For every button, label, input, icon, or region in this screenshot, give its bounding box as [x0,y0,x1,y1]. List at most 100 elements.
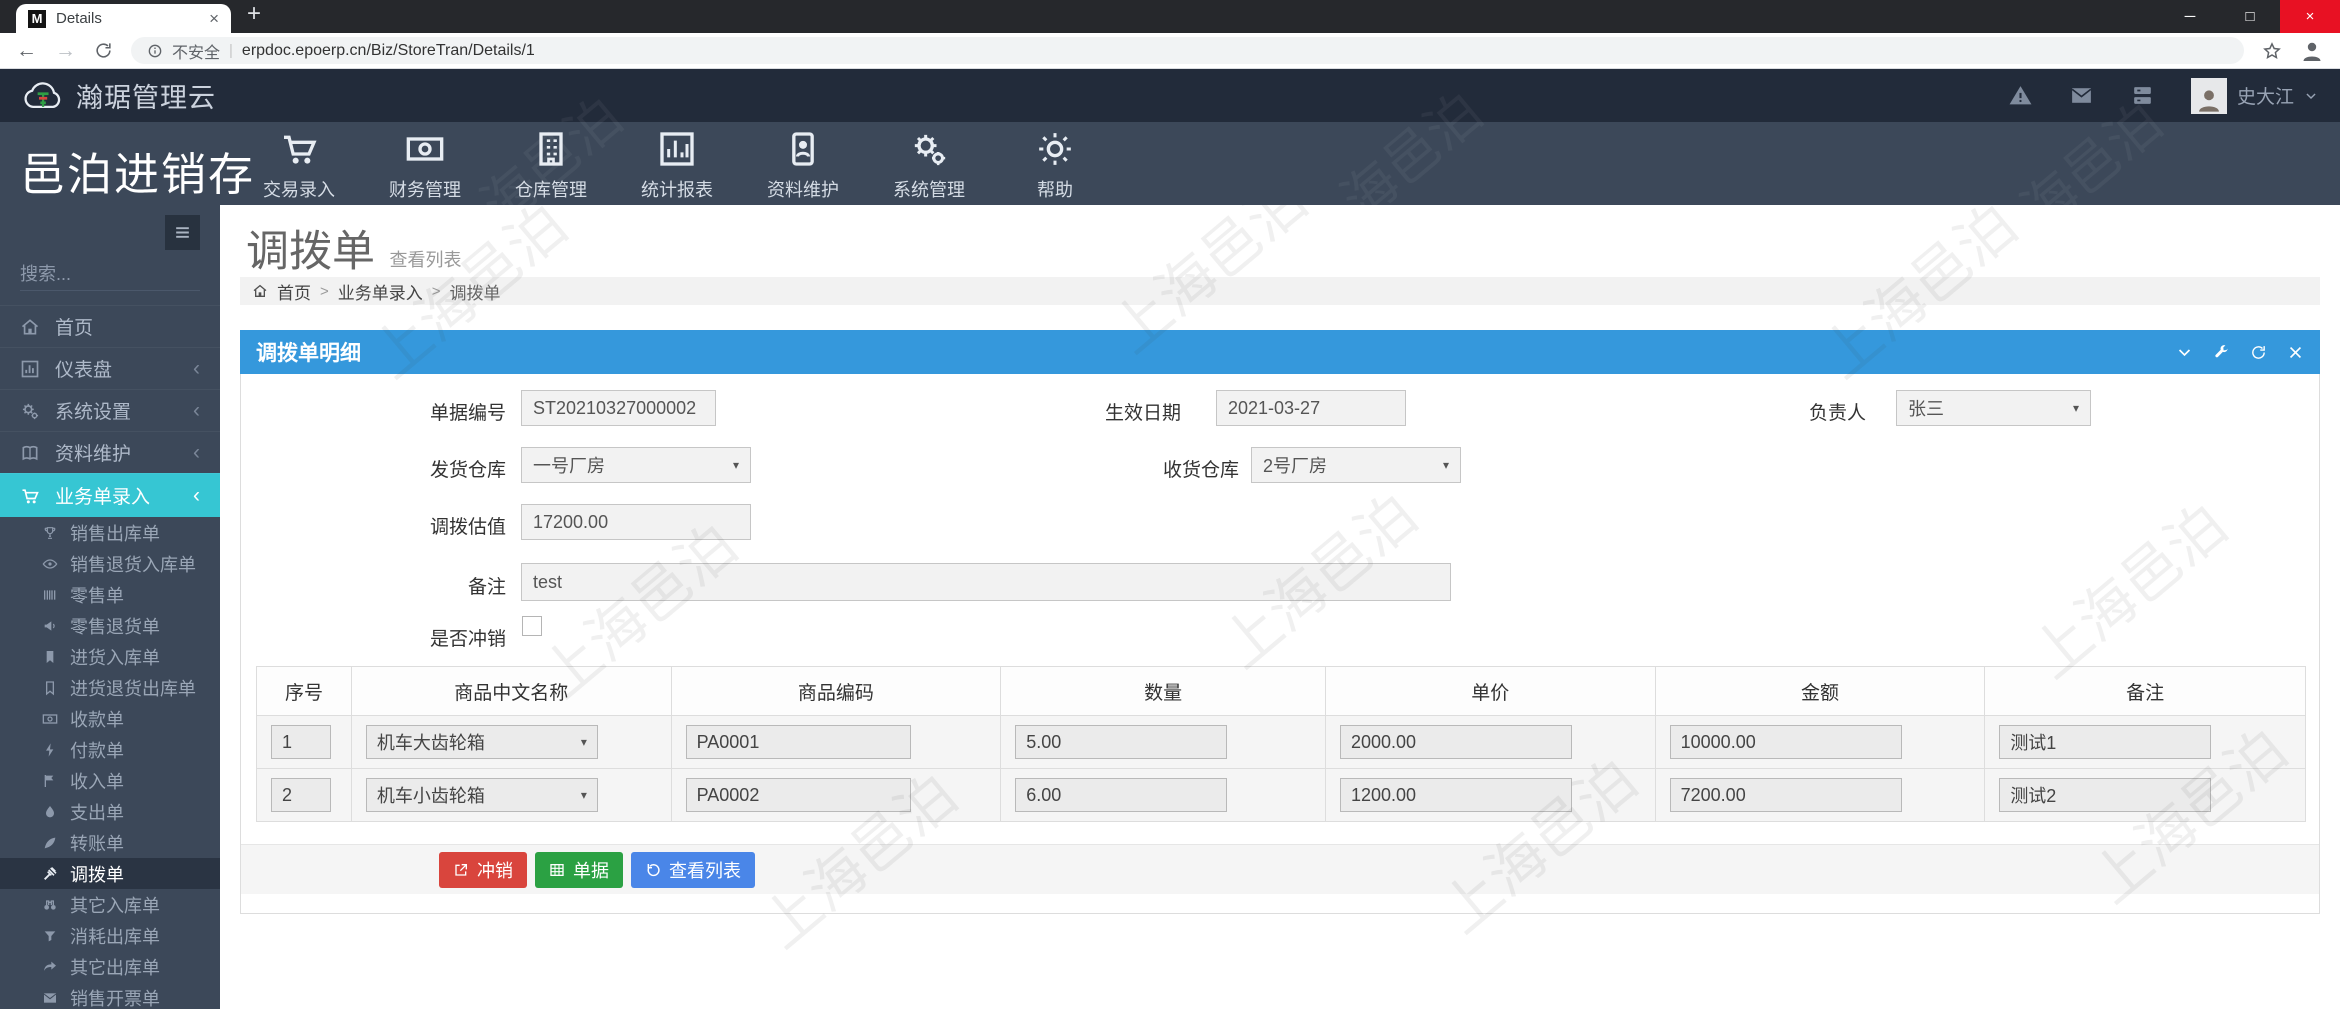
document-button[interactable]: 单据 [535,851,623,888]
reverse-flag-checkbox[interactable] [522,616,542,636]
app-brand: 邑泊进销存 [20,149,256,200]
user-avatar [2190,77,2227,114]
product-code-field[interactable]: PA0001 [685,725,911,759]
window-maximize-button[interactable]: □ [2220,0,2280,33]
submenu-stock-transfer[interactable]: 调拨单 [0,858,220,889]
submenu-receipt[interactable]: 收款单 [0,703,220,734]
owner-select[interactable]: 张三 ▾ [1896,390,2091,426]
leaf-icon [42,835,58,851]
new-tab-button[interactable]: + [247,0,261,28]
submenu-transfer-account[interactable]: 转账单 [0,827,220,858]
sidebar-item-home[interactable]: 首页 [0,305,220,347]
address-input[interactable]: 不安全 | erpdoc.epoerp.cn/Biz/StoreTran/Det… [131,37,2244,64]
effective-date-field[interactable]: 2021-03-27 [1216,390,1406,426]
gavel-icon [42,866,58,882]
product-code-field[interactable]: PA0002 [685,778,911,812]
window-close-button[interactable]: × [2280,0,2340,33]
wrench-icon[interactable] [2213,344,2230,361]
user-menu[interactable]: 史大江 [2190,77,2318,114]
nav-item-help[interactable]: 帮助 [1008,129,1102,202]
submenu-sales-outbound[interactable]: 销售出库单 [0,517,220,548]
bookmark-icon [42,649,58,665]
nav-item-warehouse[interactable]: 仓库管理 [504,129,598,202]
view-list-button[interactable]: 查看列表 [631,851,755,888]
from-warehouse-select[interactable]: 一号厂房 ▾ [521,447,751,483]
server-icon[interactable] [2130,83,2155,108]
sidebar-item-biz-entry[interactable]: 业务单录入 ‹ [0,473,220,517]
submenu-expense[interactable]: 支出单 [0,796,220,827]
product-name-select[interactable]: 机车小齿轮箱 ▾ [365,778,598,812]
submenu-sales-invoice[interactable]: 销售开票单 [0,982,220,1009]
submenu-retail-order[interactable]: 零售单 [0,579,220,610]
cloud-logo-icon [22,76,66,116]
line-remark-field[interactable]: 测试2 [1999,778,2212,812]
remark-field[interactable]: test [521,563,1451,601]
submenu-purchase-return-outbound[interactable]: 进货退货出库单 [0,672,220,703]
doc-no-field[interactable]: ST20210327000002 [521,390,716,426]
sidebar-item-dashboard[interactable]: 仪表盘 ‹ [0,347,220,389]
sidebar-item-settings[interactable]: 系统设置 ‹ [0,389,220,431]
to-warehouse-select[interactable]: 2号厂房 ▾ [1251,447,1461,483]
browser-profile-icon[interactable] [2300,39,2324,63]
collapse-chevron-icon[interactable] [2176,344,2193,361]
info-icon[interactable] [147,43,163,59]
doc-no-label: 单据编号 [429,403,506,424]
close-icon[interactable] [2287,344,2304,361]
breadcrumb: 首页 > 业务单录入 > 调拨单 [240,277,2320,305]
submenu-purchase-inbound[interactable]: 进货入库单 [0,641,220,672]
quantity-field[interactable]: 6.00 [1015,778,1228,812]
reverse-button[interactable]: 冲销 [439,851,527,888]
erp-topbar: 瀚琚管理云 史大江 [0,69,2340,122]
submenu-other-outbound[interactable]: 其它出库单 [0,951,220,982]
bookmark-outline-icon [42,680,58,696]
submenu-other-inbound[interactable]: 其它入库单 [0,889,220,920]
refresh-icon[interactable] [2250,344,2267,361]
chevron-left-icon: ‹ [193,440,200,464]
breadcrumb-home[interactable]: 首页 [277,279,311,304]
window-minimize-button[interactable]: ─ [2160,0,2220,33]
reload-icon[interactable] [94,41,113,60]
submenu-retail-return[interactable]: 零售退货单 [0,610,220,641]
forward-icon[interactable]: → [55,39,76,63]
line-remark-field[interactable]: 测试1 [1999,725,2212,759]
caret-down-icon: ▾ [732,458,739,472]
breadcrumb-biz-entry[interactable]: 业务单录入 [338,279,423,304]
unit-price-field[interactable]: 1200.00 [1339,778,1572,812]
trophy-icon [42,525,58,541]
submenu-income[interactable]: 收入单 [0,765,220,796]
seq-field[interactable]: 1 [271,725,331,759]
unit-price-field[interactable]: 2000.00 [1339,725,1572,759]
envelope-icon [42,990,58,1006]
amount-field[interactable]: 10000.00 [1669,725,1902,759]
tab-close-icon[interactable]: × [209,10,219,27]
bookmark-star-icon[interactable] [2262,41,2282,61]
url-separator: | [229,42,233,59]
sidebar-toggle-button[interactable] [165,215,200,250]
browser-tab[interactable]: M Details × [16,4,231,33]
seq-field[interactable]: 2 [271,778,331,812]
submenu-payment[interactable]: 付款单 [0,734,220,765]
table-row: 1 机车大齿轮箱 ▾ PA0001 5.00 2000.00 10000.00 测… [257,715,2305,768]
valuation-field[interactable]: 17200.00 [521,504,751,540]
nav-item-transactions[interactable]: 交易录入 [252,129,346,202]
reverse-flag-label: 是否冲销 [429,629,506,650]
nav-item-system[interactable]: 系统管理 [882,129,976,202]
panel-header: 调拨单明细 [240,330,2320,374]
tab-title: Details [56,10,102,27]
sidebar-item-masterdata[interactable]: 资料维护 ‹ [0,431,220,473]
search-input[interactable] [20,264,252,285]
nav-item-reports[interactable]: 统计报表 [630,129,724,202]
quantity-field[interactable]: 5.00 [1015,725,1228,759]
mail-icon[interactable] [2069,83,2094,108]
back-icon[interactable]: ← [16,39,37,63]
remark-label: 备注 [467,577,506,598]
nav-item-finance[interactable]: 财务管理 [378,129,472,202]
gears-icon [20,401,40,421]
product-name-select[interactable]: 机车大齿轮箱 ▾ [365,725,598,759]
nav-item-masterdata[interactable]: 资料维护 [756,129,850,202]
sidebar: 首页 仪表盘 ‹ 系统设置 ‹ 资料维护 ‹ 业务单录入 ‹ 销售出库单 销售退… [0,205,252,1009]
submenu-sales-return-inbound[interactable]: 销售退货入库单 [0,548,220,579]
amount-field[interactable]: 7200.00 [1669,778,1902,812]
alerts-icon[interactable] [2008,83,2033,108]
submenu-consume-outbound[interactable]: 消耗出库单 [0,920,220,951]
